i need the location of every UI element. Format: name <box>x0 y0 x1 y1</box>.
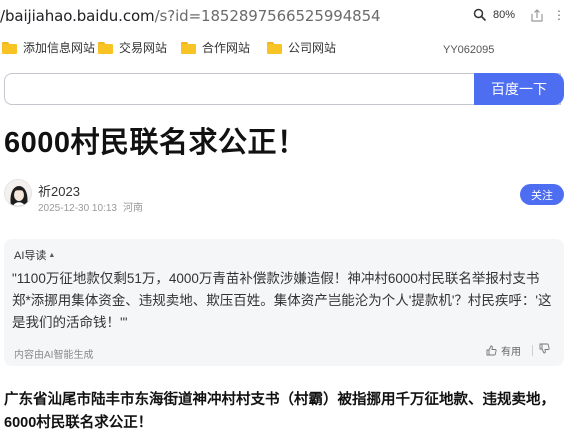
zoom-icon <box>473 8 487 22</box>
bookmark-item[interactable]: 公司网站 <box>267 39 336 56</box>
folder-icon <box>2 41 17 54</box>
bookmark-label: 合作网站 <box>202 41 251 55</box>
article-body: 广东省汕尾市陆丰市东海街道神冲村村支书（村霸）被指挪用千万征地款、违规卖地，60… <box>4 392 555 431</box>
thumbs-up-icon <box>486 345 497 356</box>
publish-date: 2025-12-30 10:13 <box>38 203 117 214</box>
url-path: /s?id=1852897566525994854 <box>154 7 381 25</box>
bookmark-label: 添加信息网站 <box>23 41 96 55</box>
page-title: 6000村民联名求公正！ <box>4 127 307 159</box>
useful-label: 有用 <box>501 347 521 358</box>
bookmark-item[interactable]: 添加信息网站 <box>2 39 95 56</box>
bookmark-item[interactable]: 交易网站 <box>98 39 167 56</box>
zoom-indicator[interactable]: 80% <box>473 8 515 22</box>
address-bar[interactable]: /baijiahao.baidu.com/s?id=18528975665259… <box>0 0 564 34</box>
bookmark-label: 公司网站 <box>288 41 337 55</box>
url-host: /baijiahao.baidu.com <box>0 7 155 25</box>
ai-summary-label: AI导读 <box>14 250 47 262</box>
more-icon[interactable]: ⋮ <box>553 8 564 22</box>
author-name[interactable]: 祈2023 <box>38 181 80 200</box>
ai-summary-card: AI导读 ▲ "1100万征地款仅剩51万，4000万青苗补偿款涉嫌造假！神冲村… <box>4 239 564 366</box>
search-button[interactable]: 百度一下 <box>474 73 564 105</box>
follow-button[interactable]: 关注 <box>520 184 564 205</box>
user-id: YY062095 <box>443 44 495 56</box>
bookmark-item[interactable]: 合作网站 <box>181 39 250 56</box>
useful-button[interactable]: 有用 <box>486 343 521 358</box>
folder-icon <box>267 41 282 54</box>
ai-summary-header[interactable]: AI导读 ▲ <box>14 247 55 263</box>
caret-up-icon: ▲ <box>48 251 56 259</box>
location: 河南 <box>122 203 143 214</box>
bookmark-label: 交易网站 <box>119 41 168 55</box>
ai-summary-text: "1100万征地款仅剩51万，4000万青苗补偿款涉嫌造假！神冲村6000村民联… <box>12 271 552 330</box>
zoom-level: 80% <box>493 9 516 21</box>
thumbs-down-icon[interactable] <box>539 343 550 354</box>
folder-icon <box>98 41 113 54</box>
ai-generated-note: 内容由AI智能生成 <box>14 350 94 361</box>
divider <box>532 345 533 356</box>
avatar[interactable] <box>4 179 32 207</box>
share-icon[interactable] <box>530 9 544 23</box>
article-meta: 2025-12-30 10:13 河南 <box>38 199 143 214</box>
avatar-image <box>5 180 31 206</box>
folder-icon <box>181 41 196 54</box>
url-text[interactable]: /baijiahao.baidu.com/s?id=18528975665259… <box>0 7 381 25</box>
